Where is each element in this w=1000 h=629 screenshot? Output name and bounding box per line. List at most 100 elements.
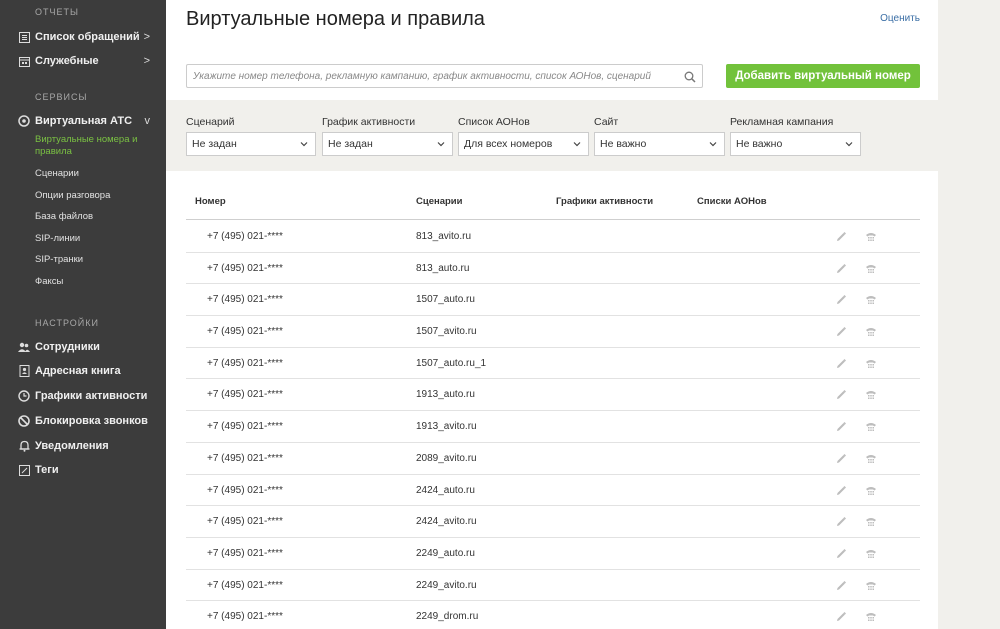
chevron-down-icon [299,139,309,152]
sidebar-subitem-call-options[interactable]: Опции разговора [35,190,156,202]
sidebar-item-employees[interactable]: Сотрудники [18,338,156,356]
phone-number: +7 (495) 021-**** [207,547,283,559]
edit-pencil-icon[interactable] [835,515,847,533]
table-row[interactable]: +7 (495) 021-**** 813_avito.ru [186,221,920,253]
phone-off-icon[interactable] [865,484,877,502]
sidebar-subitem-virtual-numbers[interactable]: Виртуальные номера и правила [35,134,156,158]
table-row[interactable]: +7 (495) 021-**** 813_auto.ru [186,253,920,285]
phone-off-icon[interactable] [865,452,877,470]
phone-number: +7 (495) 021-**** [207,231,283,242]
select-value: Не задан [192,138,237,150]
aon-list-select[interactable]: Для всех номеров [458,132,589,156]
sidebar-item-activity-schedules[interactable]: Графики активности [18,387,156,405]
activity-schedule-select[interactable]: Не задан [322,132,453,156]
table-row[interactable]: +7 (495) 021-**** 2089_avito.ru [186,443,920,475]
table-row[interactable]: +7 (495) 021-**** 2424_auto.ru [186,475,920,507]
site-select[interactable]: Не важно [594,132,725,156]
phone-off-icon[interactable] [865,325,877,343]
phone-number: +7 (495) 021-**** [207,294,283,306]
column-header-number: Номер [195,196,226,207]
sidebar-subitem-sip-lines[interactable]: SIP-линии [35,233,156,245]
filter-label: Рекламная кампания [730,116,834,128]
phone-off-icon[interactable] [865,262,877,280]
rate-link[interactable]: Оценить [880,13,920,24]
chevron-down-icon: v [144,115,151,127]
filter-aon-list: Список АОНов Для всех номеров [458,116,589,156]
edit-pencil-icon[interactable] [835,547,847,565]
edit-pencil-icon[interactable] [835,230,847,248]
sidebar-item-notifications[interactable]: Уведомления [18,437,156,455]
table-row[interactable]: +7 (495) 021-**** 2249_avito.ru [186,570,920,602]
edit-pencil-icon[interactable] [835,610,847,628]
sidebar-item-address-book[interactable]: Адресная книга [18,362,156,380]
phone-off-icon[interactable] [865,547,877,565]
pbx-icon [18,115,30,127]
phone-off-icon[interactable] [865,230,877,248]
edit-pencil-icon[interactable] [835,293,847,311]
sidebar-item-virtual-pbx[interactable]: Виртуальная АТС v [18,112,156,130]
phone-off-icon[interactable] [865,610,877,628]
phone-off-icon[interactable] [865,357,877,375]
phone-number: +7 (495) 021-**** [207,326,283,338]
table-row[interactable]: +7 (495) 021-**** 2424_avito.ru [186,506,920,538]
bell-icon [18,440,30,452]
calendar-icon [18,55,30,67]
table-row[interactable]: +7 (495) 021-**** 1913_auto.ru [186,379,920,412]
edit-pencil-icon[interactable] [835,484,847,502]
filter-label: Сценарий [186,116,235,128]
tag-icon [18,464,30,476]
sidebar-item-tags[interactable]: Теги [18,461,156,479]
phone-off-icon[interactable] [865,579,877,597]
table-row[interactable]: +7 (495) 021-**** 1507_auto.ru [186,284,920,317]
sidebar-subitem-scenarios[interactable]: Сценарии [35,168,156,180]
sidebar-subitem-file-base[interactable]: База файлов [35,211,156,223]
right-margin [938,0,1000,629]
address-book-icon [18,365,30,377]
column-header-aon-lists: Списки АОНов [697,196,767,207]
phone-number: +7 (495) 021-**** [207,579,283,591]
sidebar-item-label: Список обращений [35,31,140,43]
settings-heading: НАСТРОЙКИ [35,318,99,328]
table-row[interactable]: +7 (495) 021-**** 1507_auto.ru_1 [186,348,920,380]
sidebar-item-label: Блокировка звонков [35,415,148,427]
filter-label: Сайт [594,116,619,128]
sidebar-item-service[interactable]: Служебные > [18,52,156,70]
phone-number: +7 (495) 021-**** [207,389,283,401]
phone-off-icon[interactable] [865,420,877,438]
ad-campaign-select[interactable]: Не важно [730,132,861,156]
edit-pencil-icon[interactable] [835,452,847,470]
edit-pencil-icon[interactable] [835,388,847,406]
edit-pencil-icon[interactable] [835,579,847,597]
scenario-name: 1507_avito.ru [416,326,477,338]
edit-pencil-icon[interactable] [835,420,847,438]
sidebar-item-call-blocking[interactable]: Блокировка звонков [18,412,156,430]
phone-off-icon[interactable] [865,388,877,406]
sidebar-subitem-sip-trunks[interactable]: SIP-транки [35,254,156,266]
search-input[interactable] [187,65,667,87]
filter-activity-schedule: График активности Не задан [322,116,453,156]
sidebar: ОТЧЕТЫ Список обращений > Служебные > СЕ… [0,0,166,629]
scenario-select[interactable]: Не задан [186,132,316,156]
scenario-name: 1913_auto.ru [416,389,475,401]
main-content: Виртуальные номера и правила Оценить Доб… [166,0,938,629]
phone-number: +7 (495) 021-**** [207,452,283,464]
table-row[interactable]: +7 (495) 021-**** 1507_avito.ru [186,316,920,348]
scenario-name: 813_avito.ru [416,231,472,242]
phone-off-icon[interactable] [865,515,877,533]
edit-pencil-icon[interactable] [835,262,847,280]
scenario-name: 2424_auto.ru [416,484,475,496]
scenario-name: 2249_avito.ru [416,579,477,591]
table-row[interactable]: +7 (495) 021-**** 2249_auto.ru [186,538,920,570]
chevron-down-icon [436,139,446,152]
table-row[interactable]: +7 (495) 021-**** 1913_avito.ru [186,411,920,443]
edit-pencil-icon[interactable] [835,357,847,375]
add-virtual-number-button[interactable]: Добавить виртуальный номер [726,64,920,88]
sidebar-subitem-faxes[interactable]: Факсы [35,276,156,288]
scenario-name: 2089_avito.ru [416,452,477,464]
search-icon[interactable] [684,70,696,88]
edit-pencil-icon[interactable] [835,325,847,343]
phone-off-icon[interactable] [865,293,877,311]
sidebar-item-requests[interactable]: Список обращений > [18,28,156,46]
sidebar-item-label: Служебные [35,55,99,67]
table-row[interactable]: +7 (495) 021-**** 2249_drom.ru [186,601,920,629]
